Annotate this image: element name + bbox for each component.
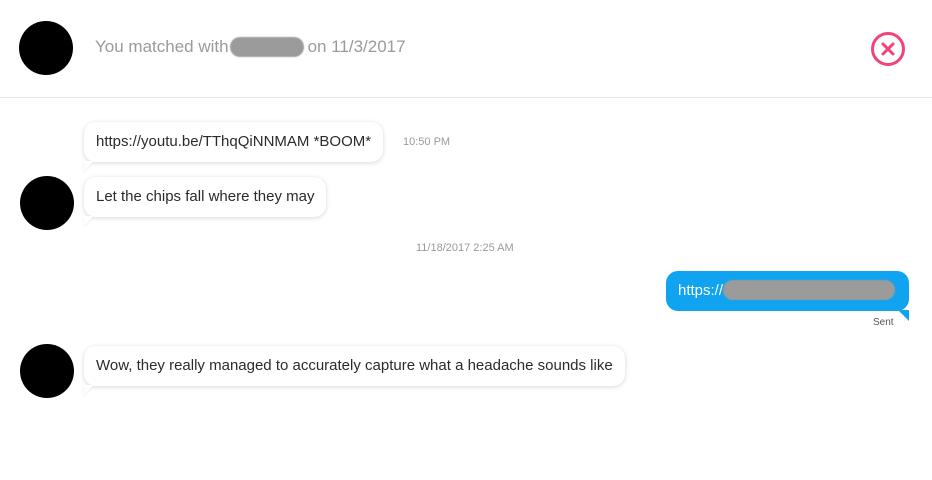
message-text: Let the chips fall where they may: [96, 188, 315, 205]
sender-avatar[interactable]: [20, 344, 74, 398]
close-icon[interactable]: [871, 32, 905, 66]
date-divider: 11/18/2017 2:25 AM: [416, 242, 514, 254]
message-text: https://youtu.be/TThqQiNNMAM *BOOM*: [96, 133, 372, 150]
sender-avatar[interactable]: [20, 176, 74, 230]
sent-message-bubble[interactable]: https://: [666, 271, 909, 321]
message-text: Wow, they really managed to accurately c…: [96, 357, 613, 374]
message-bubble[interactable]: Wow, they really managed to accurately c…: [84, 346, 625, 386]
message-bubble[interactable]: https://youtu.be/TThqQiNNMAM *BOOM*: [84, 122, 384, 162]
message-text: https://: [678, 282, 724, 299]
sent-status: Sent: [873, 317, 894, 328]
match-prefix: You matched with: [95, 37, 229, 56]
chat-page: You matched with on 11/3/2017 https://yo…: [0, 0, 932, 480]
message-bubble[interactable]: Let the chips fall where they may: [84, 177, 327, 217]
message-time: 10:50 PM: [403, 136, 451, 148]
match-header: You matched with on 11/3/2017: [0, 0, 932, 98]
match-avatar[interactable]: [19, 21, 73, 75]
redacted-link: [723, 280, 896, 301]
match-date: on 11/3/2017: [307, 37, 406, 56]
match-info: You matched with on 11/3/2017: [95, 37, 406, 57]
redacted-name: [229, 37, 304, 57]
